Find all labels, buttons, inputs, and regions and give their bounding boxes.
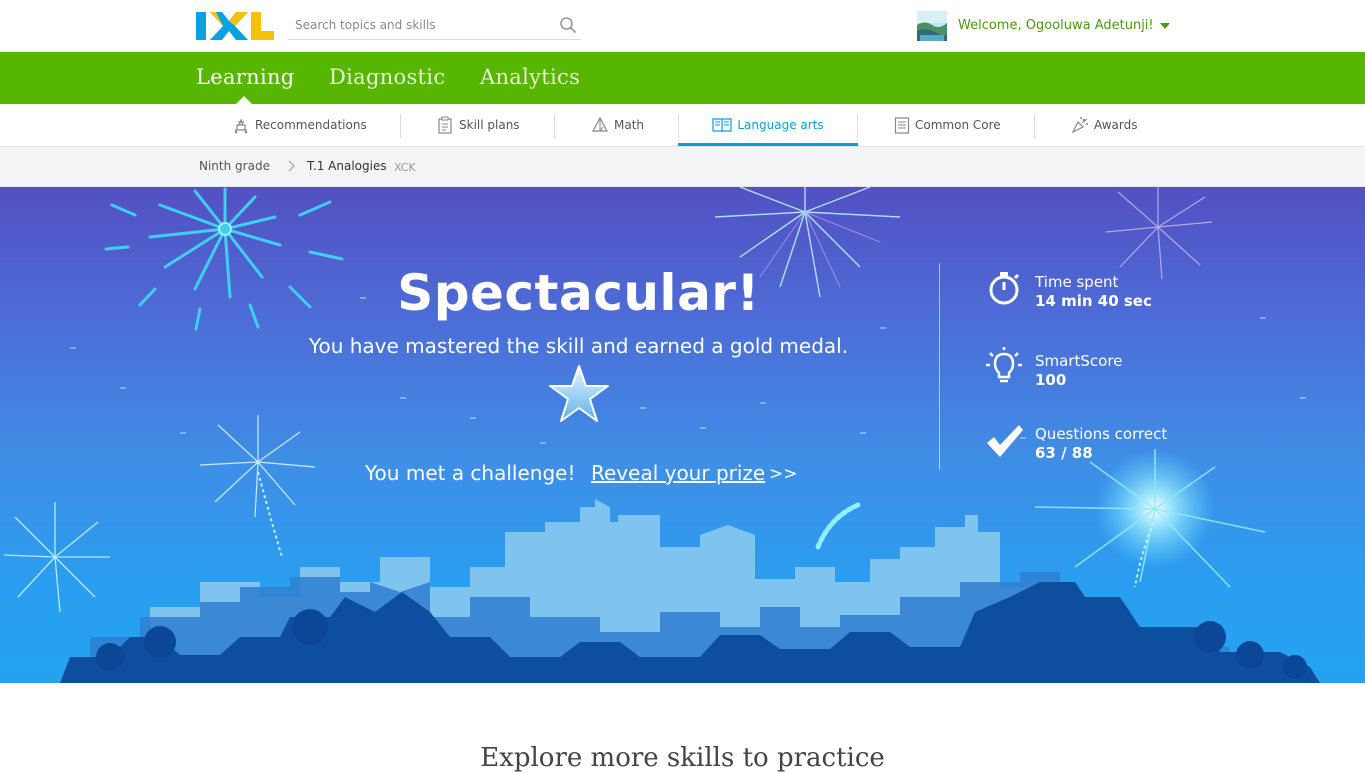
top-header: Welcome, Ogooluwa Adetunji!: [0, 0, 1365, 52]
subnav-label: Recommendations: [255, 118, 367, 132]
stopwatch-icon: [989, 272, 1020, 305]
divider: [857, 114, 858, 138]
divider: [1034, 114, 1035, 138]
divider: [400, 114, 401, 138]
skill-code: XCK: [394, 161, 416, 174]
search-icon[interactable]: [559, 16, 577, 34]
stat-label-questions: Questions correct: [1035, 425, 1168, 443]
tab-analytics[interactable]: Analytics: [480, 65, 580, 89]
math-icon: [591, 116, 609, 132]
prize-arrow[interactable]: >>: [769, 464, 798, 484]
sub-nav: Recommendations Skill plans Math Languag…: [0, 104, 1365, 147]
subnav-item-math[interactable]: Math: [591, 104, 644, 146]
result-subtitle: You have mastered the skill and earned a…: [308, 334, 849, 358]
welcome-text[interactable]: Welcome, Ogooluwa Adetunji!: [958, 18, 1154, 33]
subnav-item-recommendations[interactable]: Recommendations: [232, 104, 367, 146]
divider: [939, 263, 940, 470]
lightbulb-icon: [986, 347, 1022, 383]
stat-label-smartscore: SmartScore: [1035, 352, 1123, 370]
active-tab-pointer: [236, 96, 252, 104]
common-core-icon: [894, 117, 910, 134]
language-arts-icon: [712, 118, 732, 133]
stat-value-questions: 63 / 88: [1035, 444, 1093, 462]
tab-learning[interactable]: Learning: [196, 65, 295, 89]
subnav-label: Common Core: [915, 118, 1001, 132]
search-box[interactable]: [288, 11, 581, 40]
result-title: Spectacular!: [397, 264, 760, 322]
subnav-item-common-core[interactable]: Common Core: [894, 104, 1001, 146]
stat-value-time: 14 min 40 sec: [1035, 292, 1152, 310]
avatar[interactable]: [917, 11, 947, 41]
breadcrumb-skill: T.1 Analogies: [307, 159, 387, 173]
explore-heading: Explore more skills to practice: [480, 743, 885, 773]
subnav-label: Language arts: [737, 118, 824, 132]
breadcrumb: Ninth grade T.1 Analogies XCK: [0, 147, 1365, 187]
tab-diagnostic[interactable]: Diagnostic: [329, 65, 445, 89]
skill-plans-icon: [438, 116, 452, 134]
recommendations-icon: [234, 118, 248, 134]
challenge-text: You met a challenge!: [365, 461, 576, 485]
reveal-prize-link[interactable]: Reveal your prize: [591, 461, 765, 485]
checkmark-icon: [987, 425, 1023, 457]
stat-label-time: Time spent: [1035, 273, 1119, 291]
mastery-banner: Spectacular! You have mastered the skill…: [0, 187, 1365, 683]
user-menu-chevron-icon[interactable]: [1160, 23, 1170, 29]
subnav-label: Skill plans: [459, 118, 520, 132]
breadcrumb-grade[interactable]: Ninth grade: [199, 159, 270, 173]
chevron-right-icon: [288, 160, 295, 172]
ixl-logo[interactable]: [196, 12, 274, 40]
subnav-label: Math: [614, 118, 645, 132]
divider: [554, 114, 555, 138]
awards-icon: [1071, 117, 1088, 134]
subnav-item-awards[interactable]: Awards: [1071, 104, 1137, 146]
subnav-item-skill-plans[interactable]: Skill plans: [436, 104, 520, 146]
subnav-label: Awards: [1094, 118, 1138, 132]
stat-value-smartscore: 100: [1035, 371, 1067, 389]
search-input[interactable]: [288, 11, 538, 39]
main-nav: Learning Diagnostic Analytics: [0, 52, 1365, 104]
star-icon: [549, 365, 609, 422]
subnav-item-language-arts[interactable]: Language arts: [678, 104, 858, 146]
